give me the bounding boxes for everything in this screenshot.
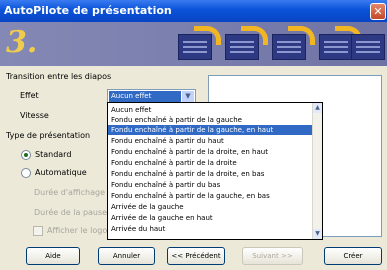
- effect-dropdown-list[interactable]: Aucun effet Fondu enchaîné à partir de l…: [107, 102, 323, 240]
- radio-selected-dot: [24, 153, 28, 157]
- show-logo-checkbox[interactable]: [33, 226, 43, 236]
- curved-arrow-icon: [241, 26, 268, 45]
- effect-select-value: Aucun effet: [109, 91, 181, 102]
- document-icon: [351, 34, 385, 60]
- curved-arrow-icon: [288, 26, 315, 45]
- pause-duration-label: Durée de la pause: [34, 208, 108, 217]
- curved-arrow-icon: [194, 26, 221, 45]
- create-button[interactable]: Créer: [324, 247, 382, 265]
- list-item[interactable]: Aucun effet: [108, 105, 312, 115]
- list-item[interactable]: Fondu enchaîné à partir de la gauche: [108, 115, 312, 125]
- next-button: Suivant >>: [242, 247, 303, 265]
- cancel-button[interactable]: Annuler: [98, 247, 155, 265]
- scroll-up-icon[interactable]: ▲: [313, 103, 322, 113]
- list-item[interactable]: Fondu enchaîné à partir du bas: [108, 180, 312, 190]
- close-button[interactable]: ✕: [370, 3, 386, 20]
- speed-label: Vitesse: [20, 111, 49, 120]
- back-button[interactable]: << Précédent: [167, 247, 225, 265]
- standard-label: Standard: [35, 150, 72, 159]
- wizard-banner: 3.: [0, 22, 387, 66]
- page-duration-label: Durée d'affichage: [34, 188, 106, 197]
- list-item-highlighted[interactable]: Fondu enchaîné à partir de la gauche, en…: [108, 125, 312, 135]
- list-item[interactable]: Arrivée de la gauche: [108, 202, 312, 212]
- list-item[interactable]: Arrivée de la gauche en haut: [108, 213, 312, 223]
- list-item[interactable]: Fondu enchaîné à partir de la gauche, en…: [108, 191, 312, 201]
- list-scrollbar[interactable]: ▲ ▼: [312, 103, 322, 239]
- list-item[interactable]: Fondu enchaîné à partir du haut: [108, 136, 312, 146]
- automatic-radio[interactable]: [21, 168, 31, 178]
- transition-section-label: Transition entre les diapos: [6, 72, 112, 81]
- list-item[interactable]: Fondu enchaîné à partir de la droite, en…: [108, 147, 312, 157]
- window-title: AutoPilote de présentation: [4, 4, 172, 17]
- list-item[interactable]: Fondu enchaîné à partir de la droite, en…: [108, 169, 312, 179]
- help-button[interactable]: Aide: [26, 247, 80, 265]
- effect-label: Effet: [20, 91, 39, 100]
- automatic-label: Automatique: [35, 168, 87, 177]
- step-number: 3.: [6, 25, 38, 60]
- chevron-down-icon[interactable]: ▼: [182, 91, 194, 102]
- standard-radio[interactable]: [21, 150, 31, 160]
- title-bar[interactable]: AutoPilote de présentation ✕: [0, 0, 387, 22]
- presentation-type-section-label: Type de présentation: [6, 131, 91, 140]
- list-item[interactable]: Fondu enchaîné à partir de la droite: [108, 158, 312, 168]
- list-item[interactable]: Arrivée du haut: [108, 224, 312, 234]
- autopilot-dialog: AutoPilote de présentation ✕ 3. Transiti…: [0, 0, 387, 270]
- show-logo-label: Afficher le logo: [47, 226, 108, 235]
- scroll-down-icon[interactable]: ▼: [313, 229, 322, 239]
